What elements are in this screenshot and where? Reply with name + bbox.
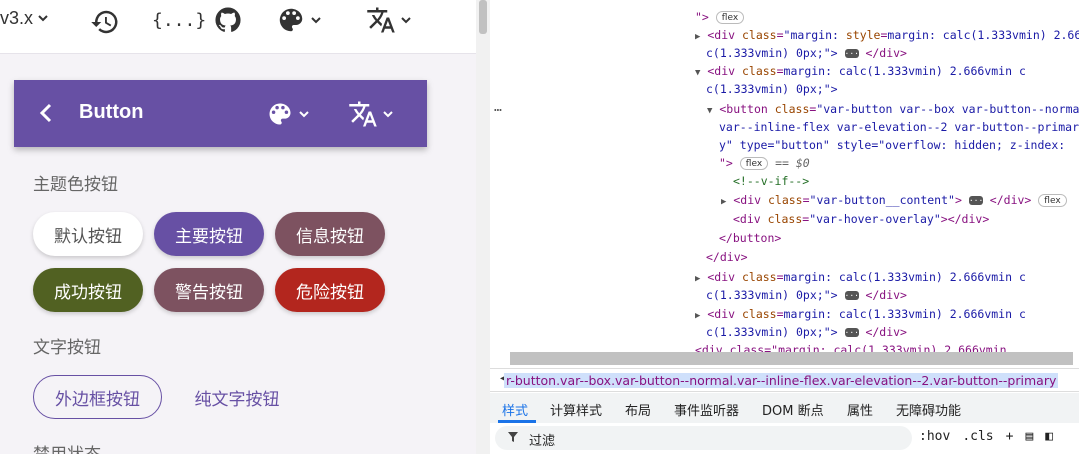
tab-computed[interactable]: 计算样式 xyxy=(550,400,602,419)
tree-line[interactable]: </div> xyxy=(706,248,748,266)
chevron-down-icon xyxy=(401,17,411,24)
danger-button[interactable]: 危险按钮 xyxy=(275,268,385,312)
default-button[interactable]: 默认按钮 xyxy=(33,212,143,256)
ellipsis-icon[interactable]: ... xyxy=(844,290,859,300)
back-arrow-icon[interactable] xyxy=(38,102,54,124)
tree-line-selected[interactable]: var--inline-flex var-elevation--2 var-bu… xyxy=(719,118,1079,136)
cls-toggle[interactable]: .cls xyxy=(962,429,993,444)
styles-tabbar: 样式 计算样式 布局 事件监听器 DOM 断点 属性 无障碍功能 xyxy=(490,393,1079,423)
collapse-triangle-icon[interactable]: ▼ xyxy=(695,68,700,78)
filter-input[interactable]: 过滤 xyxy=(495,426,912,450)
app-bar-language-select[interactable] xyxy=(348,99,394,129)
language-select[interactable] xyxy=(366,2,412,38)
add-rule-icon[interactable]: + xyxy=(1006,429,1014,444)
section-title-text: 文字按钮 xyxy=(33,338,101,358)
outline-button[interactable]: 外边框按钮 xyxy=(33,375,162,419)
success-button[interactable]: 成功按钮 xyxy=(33,268,143,312)
tab-properties[interactable]: 属性 xyxy=(847,400,873,419)
breadcrumb-selected-node[interactable]: r-button.var--box.var-button--normal.var… xyxy=(504,373,1059,388)
tab-accessibility[interactable]: 无障碍功能 xyxy=(896,400,961,419)
docs-topbar: v3.x {...} xyxy=(0,0,476,54)
demo-pane: v3.x {...} Button 主题色按钮 默认按钮 主要按钮 信息按钮 成… xyxy=(0,0,476,454)
filter-placeholder: 过滤 xyxy=(529,434,556,449)
chevron-down-icon xyxy=(383,111,393,118)
demo-scrollbar[interactable] xyxy=(476,0,490,454)
tree-line[interactable]: c(1.333vmin) 0px;"> ... </div> xyxy=(706,286,907,304)
flex-badge[interactable]: flex xyxy=(715,11,745,24)
tab-layout[interactable]: 布局 xyxy=(625,400,651,419)
hov-toggle[interactable]: :hov xyxy=(919,429,950,444)
tab-event-listeners[interactable]: 事件监听器 xyxy=(674,400,739,419)
ellipsis-icon[interactable]: ... xyxy=(844,48,859,58)
tree-line[interactable]: c(1.333vmin) 0px;"> ... </div> xyxy=(706,323,907,341)
elements-tree[interactable]: "> flex ▶ <div class="margin: style=marg… xyxy=(490,0,1079,352)
translate-icon xyxy=(349,101,377,127)
section-title-disabled: 禁用状态 xyxy=(33,440,101,454)
devtools-panel: "> flex ▶ <div class="margin: style=marg… xyxy=(490,0,1079,454)
ellipsis-icon[interactable]: ... xyxy=(968,195,983,205)
expand-triangle-icon[interactable]: ▶ xyxy=(695,32,700,42)
expand-triangle-icon[interactable]: ▶ xyxy=(695,311,700,321)
primary-button[interactable]: 主要按钮 xyxy=(154,212,264,256)
more-dots-icon[interactable]: … xyxy=(494,100,502,115)
paint-icon[interactable]: ▤ xyxy=(1025,429,1033,444)
tree-line[interactable]: c(1.333vmin) 0px;"> xyxy=(706,80,838,98)
tree-line[interactable]: ▶ <div class=margin: calc(1.333vmin) 2.6… xyxy=(695,305,1026,323)
translate-icon xyxy=(367,7,395,33)
breadcrumb[interactable]: ◀ r-button.var--box.var-button--normal.v… xyxy=(490,368,1079,392)
braces-icon[interactable]: {...} xyxy=(152,2,206,38)
tree-line[interactable]: <!--v-if--> xyxy=(733,172,809,190)
chevron-down-icon xyxy=(299,111,309,118)
tree-line-selected[interactable]: "> flex == $0 xyxy=(719,154,810,172)
app-bar-title: Button xyxy=(79,101,144,123)
palette-icon xyxy=(269,103,291,125)
version-select[interactable]: v3.x xyxy=(0,0,49,36)
app-bar-theme-select[interactable] xyxy=(266,100,310,128)
palette-icon xyxy=(279,8,303,32)
tab-dom-breakpoints[interactable]: DOM 断点 xyxy=(762,400,824,419)
tree-horizontal-scrollbar[interactable] xyxy=(510,352,1073,365)
text-button[interactable]: 纯文字按钮 xyxy=(182,375,292,419)
history-icon[interactable] xyxy=(90,4,120,40)
tree-line[interactable]: c(1.333vmin) 0px;"> ... </div> xyxy=(706,44,907,62)
flex-badge[interactable]: flex xyxy=(739,157,769,170)
chevron-down-icon xyxy=(311,17,321,24)
tree-line[interactable]: ▶ <div class="var-button__content"> ... … xyxy=(721,191,1067,209)
info-button[interactable]: 信息按钮 xyxy=(275,212,385,256)
ellipsis-icon[interactable]: ... xyxy=(844,327,859,337)
tree-line[interactable]: <div class="margin: calc(1.333vmin) 2.66… xyxy=(695,341,1007,352)
tree-line[interactable]: </button> xyxy=(719,229,781,247)
filter-icon xyxy=(508,432,518,442)
tree-line[interactable]: ▶ <div class="margin: style=margin: calc… xyxy=(695,26,1079,44)
tree-line-selected[interactable]: y" type="button" style="overflow: hidden… xyxy=(719,136,1065,154)
tree-line[interactable]: "> flex xyxy=(695,8,745,26)
tree-line[interactable]: <div class="var-hover-overlay"></div> xyxy=(733,210,989,228)
github-icon[interactable] xyxy=(213,2,243,38)
section-title-theme: 主题色按钮 xyxy=(33,175,118,195)
tab-styles[interactable]: 样式 xyxy=(502,400,528,419)
sidebar-toggle-icon[interactable]: ◧ xyxy=(1045,429,1053,444)
expand-triangle-icon[interactable]: ▶ xyxy=(721,197,726,207)
styles-filter-bar: 过滤 :hov .cls + ▤ ◧ xyxy=(490,423,1079,454)
expand-triangle-icon[interactable]: ▶ xyxy=(695,274,700,284)
flex-badge[interactable]: flex xyxy=(1038,194,1067,207)
version-label: v3.x xyxy=(0,7,34,28)
scrollbar-thumb[interactable] xyxy=(479,0,487,34)
app-bar: Button xyxy=(14,80,427,147)
styles-toolbar: :hov .cls + ▤ ◧ xyxy=(919,429,1053,444)
chevron-down-icon xyxy=(38,15,48,22)
theme-select[interactable] xyxy=(276,2,322,38)
warning-button[interactable]: 警告按钮 xyxy=(154,268,264,312)
tree-line-selected[interactable]: ▼ <button class="var-button var--box var… xyxy=(707,100,1079,118)
tree-line[interactable]: ▶ <div class=margin: calc(1.333vmin) 2.6… xyxy=(695,268,1026,286)
tree-line[interactable]: ▼ <div class=margin: calc(1.333vmin) 2.6… xyxy=(695,62,1026,80)
collapse-triangle-icon[interactable]: ▼ xyxy=(707,106,712,116)
